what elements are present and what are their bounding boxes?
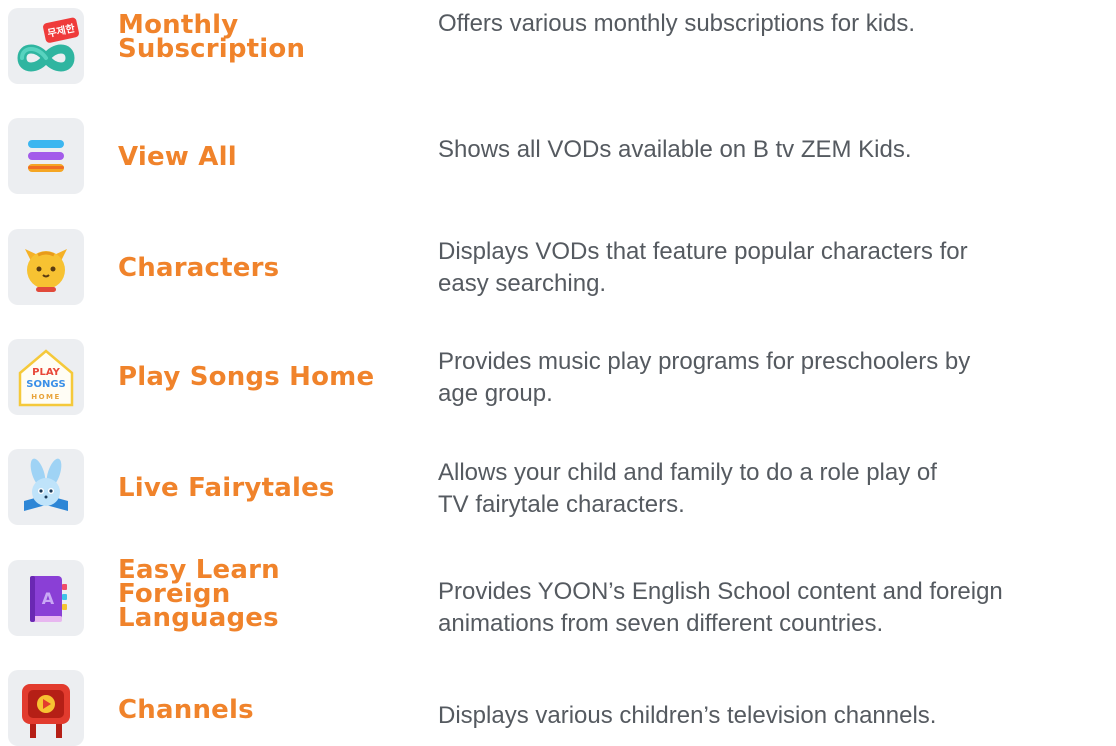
monthly-subscription-icon: 무제한 (8, 8, 84, 84)
menu-item-description: Provides music play programs for prescho… (438, 348, 971, 407)
easy-learn-foreign-languages-icon: A (8, 560, 84, 636)
menu-item-title: Channels (118, 695, 254, 725)
svg-text:HOME: HOME (31, 393, 61, 401)
live-fairytales-icon (8, 449, 84, 525)
menu-item-title: Characters (118, 253, 280, 283)
play-songs-home-icon: PLAY SONGS HOME (8, 339, 84, 415)
view-all-icon (8, 118, 84, 194)
menu-item-title: View All (118, 142, 237, 172)
menu-item-description: Displays various children’s television c… (438, 702, 937, 729)
menu-item-description: Allows your child and family to do a rol… (438, 459, 937, 518)
menu-item-title: Easy Learn Foreign Languages (118, 555, 280, 633)
characters-icon (8, 229, 84, 305)
menu-item-description: Shows all VODs available on B tv ZEM Kid… (438, 136, 912, 163)
menu-item-title: Play Songs Home (118, 362, 375, 392)
menu-item-description: Provides YOON’s English School content a… (438, 578, 1003, 637)
menu-item-description: Displays VODs that feature popular chara… (438, 238, 968, 297)
menu-item-title: Monthly Subscription (118, 10, 306, 64)
menu-item-description: Offers various monthly subscriptions for… (438, 10, 916, 37)
channels-icon (8, 670, 84, 746)
svg-text:PLAY: PLAY (32, 367, 60, 378)
svg-text:A: A (42, 589, 55, 608)
menu-item-title: Live Fairytales (118, 473, 335, 503)
svg-text:SONGS: SONGS (26, 379, 65, 390)
